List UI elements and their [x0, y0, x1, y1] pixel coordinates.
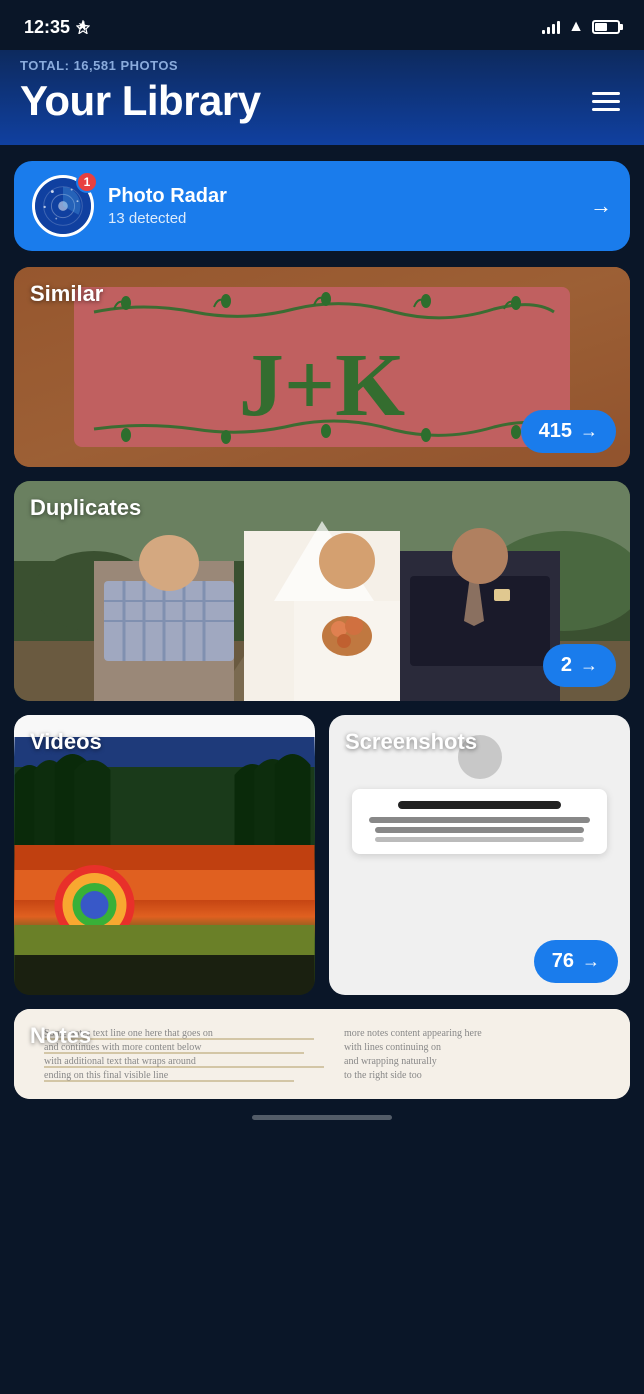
- page-title: Your Library: [20, 77, 261, 125]
- content-area: Similar: [0, 267, 644, 1099]
- radar-badge: 1: [76, 171, 98, 193]
- notes-card[interactable]: Notes Some notes text line one here that…: [14, 1009, 630, 1099]
- svg-text:and wrapping naturally: and wrapping naturally: [344, 1056, 437, 1067]
- wifi-icon: ▲: [568, 18, 584, 36]
- similar-label: Similar: [30, 281, 103, 307]
- radar-icon-wrap: 1: [32, 175, 94, 237]
- similar-arrow: →: [580, 421, 598, 442]
- two-col-row: Videos: [14, 715, 630, 995]
- duplicates-count-badge[interactable]: 2 →: [543, 644, 616, 687]
- svg-text:ending on this final visible l: ending on this final visible line: [44, 1070, 169, 1081]
- svg-text:to the right side too: to the right side too: [344, 1070, 422, 1081]
- notes-label: Notes: [30, 1023, 91, 1049]
- status-time: 12:35: [24, 17, 90, 38]
- videos-svg: [14, 715, 315, 995]
- svg-text:with additional text that wrap: with additional text that wraps around: [44, 1056, 196, 1067]
- screenshots-arrow: →: [582, 951, 600, 972]
- home-bar: [252, 1115, 392, 1120]
- similar-count: 415: [539, 420, 572, 443]
- menu-button[interactable]: [588, 88, 624, 115]
- videos-image: [14, 715, 315, 995]
- notes-svg: Some notes text line one here that goes …: [14, 1009, 630, 1099]
- screenshot-preview-card: [352, 789, 608, 854]
- total-label: TOTAL: 16,581 PHOTOS: [20, 58, 624, 73]
- radar-text: Photo Radar 13 detected: [108, 185, 576, 227]
- svg-text:with lines continuing on: with lines continuing on: [344, 1042, 441, 1053]
- duplicates-count: 2: [561, 654, 572, 677]
- screenshots-count-badge[interactable]: 76 →: [534, 940, 618, 983]
- duplicates-card[interactable]: Duplicates: [14, 481, 630, 701]
- screenshots-card[interactable]: Screenshots 76 →: [329, 715, 630, 995]
- home-indicator: [0, 1099, 644, 1128]
- screenshots-label: Screenshots: [345, 729, 477, 755]
- signal-icon: [542, 20, 560, 34]
- duplicates-arrow: →: [580, 655, 598, 676]
- radar-arrow: →: [590, 193, 612, 219]
- battery-icon: [592, 20, 620, 34]
- radar-title: Photo Radar: [108, 185, 576, 208]
- status-bar: 12:35 ▲: [0, 0, 644, 50]
- notes-image: Some notes text line one here that goes …: [14, 1009, 630, 1099]
- screenshots-count: 76: [552, 950, 574, 973]
- similar-card[interactable]: Similar: [14, 267, 630, 467]
- similar-count-badge[interactable]: 415 →: [521, 410, 616, 453]
- location-icon: [76, 20, 90, 34]
- time-display: 12:35: [24, 17, 70, 38]
- status-icons: ▲: [542, 18, 620, 36]
- videos-label: Videos: [30, 729, 102, 755]
- radar-subtitle: 13 detected: [108, 210, 576, 227]
- svg-text:more notes content appearing h: more notes content appearing here: [344, 1028, 482, 1039]
- videos-card[interactable]: Videos: [14, 715, 315, 995]
- duplicates-label: Duplicates: [30, 495, 141, 521]
- header: TOTAL: 16,581 PHOTOS Your Library: [0, 50, 644, 145]
- radar-banner[interactable]: 1 Photo Radar 13 detected →: [14, 161, 630, 251]
